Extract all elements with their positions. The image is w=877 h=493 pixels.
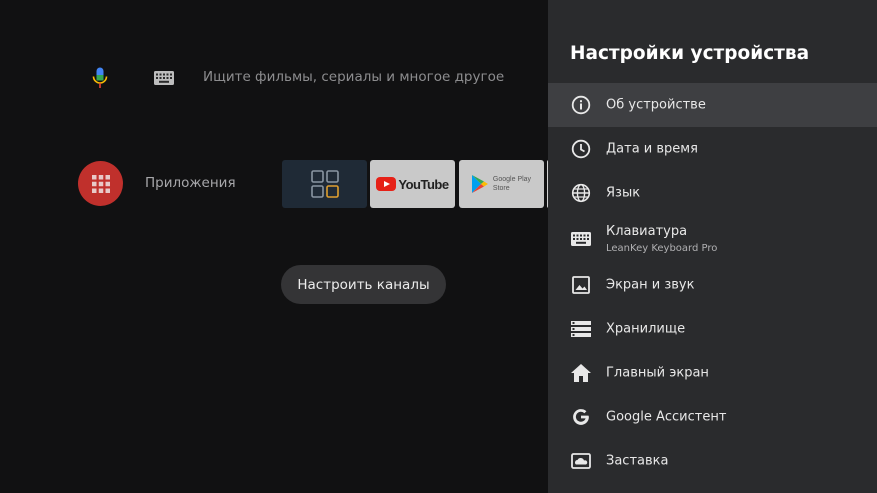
- youtube-play-icon: [376, 177, 397, 191]
- app-tile-youtube[interactable]: YouTube: [370, 160, 455, 208]
- apps-button[interactable]: [78, 161, 123, 206]
- google-play-logo: Google Play Store: [471, 175, 532, 193]
- settings-item-label: Главный экран: [606, 365, 709, 381]
- settings-item-label: Заставка: [606, 453, 669, 469]
- settings-item-home-screen[interactable]: Главный экран: [548, 351, 877, 395]
- launcher-home: Ищите фильмы, сериалы и многое другое Пр…: [0, 0, 551, 493]
- app-tile-google-play[interactable]: Google Play Store: [459, 160, 544, 208]
- grid-icon: [91, 174, 110, 193]
- google-play-store-label: Store: [492, 185, 510, 192]
- settings-item-language[interactable]: Язык: [548, 171, 877, 215]
- microphone-icon: [92, 67, 108, 88]
- settings-item-display-sound[interactable]: Экран и звук: [548, 263, 877, 307]
- settings-item-label: Google Ассистент: [606, 409, 727, 425]
- apps-label: Приложения: [145, 175, 236, 191]
- settings-item-label: Дата и время: [606, 141, 698, 157]
- google-play-label: Google Play: [492, 176, 532, 183]
- clock-icon: [570, 138, 592, 160]
- youtube-logo-text: YouTube: [398, 176, 449, 192]
- voice-search-button[interactable]: [86, 64, 114, 92]
- youtube-logo: YouTube: [376, 176, 449, 192]
- settings-item-label: Экран и звук: [606, 277, 695, 293]
- settings-item-storage[interactable]: Хранилище: [548, 307, 877, 351]
- settings-item-label: Клавиатура: [606, 224, 688, 239]
- storage-icon: [570, 318, 592, 340]
- settings-item-sublabel: LeanKey Keyboard Pro: [606, 243, 718, 254]
- info-icon: [570, 94, 592, 116]
- keyboard-icon: [570, 228, 592, 250]
- settings-item-label: Хранилище: [606, 321, 686, 337]
- device-settings-panel: Настройки устройства Об устройстве Дата …: [548, 0, 877, 493]
- settings-item-label: Об устройстве: [606, 97, 706, 113]
- keyboard-icon: [154, 71, 174, 85]
- panel-title: Настройки устройства: [570, 43, 810, 64]
- settings-item-about[interactable]: Об устройстве: [548, 83, 877, 127]
- settings-item-keyboard[interactable]: Клавиатура LeanKey Keyboard Pro: [548, 215, 877, 263]
- android-tv-screen: Ищите фильмы, сериалы и многое другое Пр…: [0, 0, 877, 493]
- google-icon: [570, 406, 592, 428]
- settings-item-screensaver[interactable]: Заставка: [548, 439, 877, 483]
- app-grid-tile-icon: [310, 170, 339, 198]
- customize-channels-button[interactable]: Настроить каналы: [281, 265, 446, 304]
- google-play-icon: [471, 175, 488, 193]
- home-icon: [570, 362, 592, 384]
- search-placeholder[interactable]: Ищите фильмы, сериалы и многое другое: [203, 69, 504, 85]
- globe-icon: [570, 182, 592, 204]
- settings-item-google-assistant[interactable]: Google Ассистент: [548, 395, 877, 439]
- screensaver-icon: [570, 450, 592, 472]
- settings-item-date-time[interactable]: Дата и время: [548, 127, 877, 171]
- settings-item-label: Язык: [606, 185, 641, 201]
- image-icon: [570, 274, 592, 296]
- settings-menu: Об устройстве Дата и время Язык Клавиату…: [548, 83, 877, 483]
- app-tile-all-apps[interactable]: [282, 160, 367, 208]
- keyboard-search-button[interactable]: [152, 68, 176, 88]
